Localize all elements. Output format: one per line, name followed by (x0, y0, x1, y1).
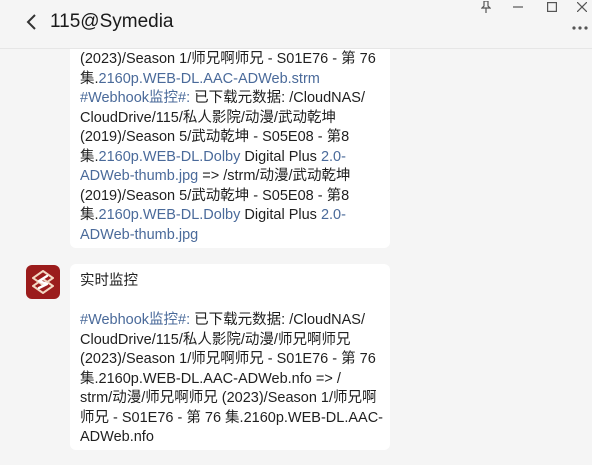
message-line: (2023)/Season 1/师兄啊师兄 - S01E76 - 第 76 (80, 350, 380, 370)
message-line: 集.2160p.WEB-DL.AAC-ADWeb.nfo => / (80, 370, 380, 390)
message-text: (2019)/Season 5/武动乾坤 - S05E08 - 第8 (80, 129, 350, 145)
message-text: (2023)/Season 1/师兄啊师兄 - S01E76 - 第 76 (80, 351, 376, 367)
more-icon (572, 26, 588, 30)
message-text: (2023)/Season 1/师兄啊师兄 - S01E76 - 第 76 (80, 51, 376, 67)
message-text: => /strm/动漫/武动乾坤 (198, 168, 351, 184)
message-text: 已下载元数据: /CloudNAS/ (190, 90, 365, 106)
message-line: CloudDrive/115/私人影院/动漫/师兄啊师兄 (80, 331, 380, 351)
message-bubble[interactable]: (2023)/Season 1/师兄啊师兄 - S01E76 - 第 76 集.2… (70, 48, 390, 248)
message-line: (2019)/Season 5/武动乾坤 - S05E08 - 第8 (80, 128, 380, 148)
pin-button[interactable] (472, 0, 500, 14)
message-text: 已下载元数据: /CloudNAS/ (190, 312, 365, 328)
message-line: ADWeb.nfo (80, 428, 380, 448)
message-line: 实时监控 (80, 272, 380, 292)
avatar[interactable] (26, 265, 60, 299)
message-line: #Webhook监控#: 已下载元数据: /CloudNAS/ (80, 89, 380, 109)
chat-header: 115@Symedia (0, 0, 592, 49)
message-link[interactable]: #Webhook监控#: (80, 90, 190, 106)
maximize-icon (547, 2, 557, 12)
pin-icon (481, 1, 491, 13)
message-line: (2019)/Season 5/武动乾坤 - S05E08 - 第8 (80, 187, 380, 207)
message-text: 集. (80, 148, 99, 165)
message-line: ADWeb-thumb.jpg (80, 226, 380, 246)
message-link[interactable]: 2160p.WEB-DL.Dolby (99, 207, 241, 223)
more-button[interactable] (570, 20, 590, 36)
chevron-left-icon (26, 14, 36, 30)
message-line: strm/动漫/师兄啊师兄 (2023)/Season 1/师兄啊 (80, 389, 380, 409)
message-line: CloudDrive/115/私人影院/动漫/武动乾坤 (80, 109, 380, 129)
message-link[interactable]: 2160p.WEB-DL.AAC-ADWeb.strm (99, 71, 320, 87)
message-text: 集.2160p.WEB-DL.AAC-ADWeb.nfo => / (80, 370, 341, 387)
message-text: 集. (80, 70, 99, 87)
message-text: (2019)/Season 5/武动乾坤 - S05E08 - 第8 (80, 187, 350, 204)
message-line: 集.2160p.WEB-DL.AAC-ADWeb.strm (80, 70, 380, 90)
message-text: CloudDrive/115/私人影院/动漫/武动乾坤 (80, 109, 336, 126)
message-line: #Webhook监控#: 已下载元数据: /CloudNAS/ (80, 311, 380, 331)
message-line (80, 292, 380, 312)
message-link[interactable]: #Webhook监控#: (80, 312, 190, 328)
message-line: 集.2160p.WEB-DL.Dolby Digital Plus 2.0- (80, 148, 380, 168)
minimize-button[interactable] (504, 0, 532, 14)
message-text: ADWeb.nfo (80, 429, 154, 445)
message-text: strm/动漫/师兄啊师兄 (2023)/Season 1/师兄啊 (80, 390, 377, 406)
message-line: (2023)/Season 1/师兄啊师兄 - S01E76 - 第 76 (80, 50, 380, 70)
message-line: ADWeb-thumb.jpg => /strm/动漫/武动乾坤 (80, 167, 380, 187)
minimize-icon (513, 6, 523, 8)
message-text: CloudDrive/115/私人影院/动漫/师兄啊师兄 (80, 331, 351, 348)
message-text: 师兄 - S01E76 - 第 76 集.2160p.WEB-DL.AAC- (80, 409, 383, 426)
message-text: Digital Plus (240, 207, 321, 223)
message-link[interactable]: 2.0- (321, 149, 346, 165)
message-list[interactable]: (2023)/Season 1/师兄啊师兄 - S01E76 - 第 76 集.2… (0, 48, 592, 465)
message-bubble[interactable]: 实时监控 #Webhook监控#: 已下载元数据: /CloudNAS/Cloud… (70, 264, 390, 450)
close-icon (577, 2, 587, 12)
message-text: 实时监控 (80, 273, 138, 289)
chat-title: 115@Symedia (50, 11, 174, 32)
message-text: 集. (80, 207, 99, 223)
close-button[interactable] (568, 0, 592, 14)
message-link[interactable]: 2160p.WEB-DL.Dolby (99, 149, 241, 165)
message-link[interactable]: ADWeb-thumb.jpg (80, 168, 198, 184)
message-link[interactable]: ADWeb-thumb.jpg (80, 227, 198, 243)
symedia-logo-icon (32, 270, 54, 294)
message-link[interactable]: 2.0- (321, 207, 346, 223)
message-line: 师兄 - S01E76 - 第 76 集.2160p.WEB-DL.AAC- (80, 409, 383, 429)
back-button[interactable] (20, 10, 44, 34)
maximize-button[interactable] (538, 0, 566, 14)
message-text: Digital Plus (240, 148, 321, 165)
message-line: 集.2160p.WEB-DL.Dolby Digital Plus 2.0- (80, 206, 380, 226)
